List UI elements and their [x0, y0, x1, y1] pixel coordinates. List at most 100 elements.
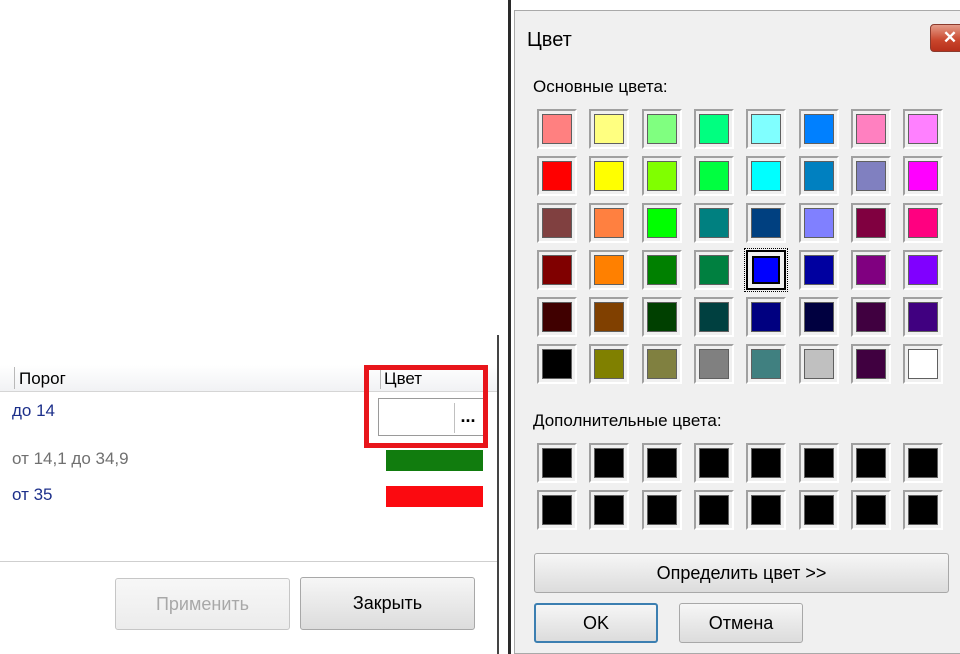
color-cell[interactable] — [746, 443, 787, 483]
color-cell[interactable] — [744, 248, 789, 292]
color-fill — [855, 208, 886, 238]
color-cell[interactable] — [798, 203, 839, 243]
color-cell[interactable] — [641, 203, 682, 243]
color-cell[interactable] — [798, 156, 839, 196]
color-cell[interactable] — [537, 156, 577, 196]
color-fill — [803, 208, 834, 238]
color-cell[interactable] — [746, 203, 787, 243]
color-cell[interactable] — [641, 490, 682, 530]
color-cell[interactable] — [850, 109, 891, 149]
color-cell[interactable] — [641, 344, 682, 384]
color-cell[interactable] — [693, 490, 734, 530]
color-cell[interactable] — [850, 203, 891, 243]
color-cell[interactable] — [798, 109, 839, 149]
color-cell[interactable] — [537, 344, 577, 384]
color-fill — [594, 495, 625, 525]
color-cell[interactable] — [589, 156, 630, 196]
color-fill — [594, 302, 625, 332]
color-cell[interactable] — [746, 156, 787, 196]
color-fill — [698, 161, 729, 191]
color-fill — [908, 448, 939, 478]
color-cell[interactable] — [641, 297, 682, 337]
header-separator — [14, 367, 15, 389]
color-fill — [542, 495, 572, 525]
color-cell[interactable] — [693, 156, 734, 196]
color-cell[interactable] — [641, 109, 682, 149]
color-fill — [855, 495, 886, 525]
color-cell[interactable] — [798, 250, 839, 290]
color-cell[interactable] — [746, 297, 787, 337]
color-cell[interactable] — [537, 490, 577, 530]
color-cell[interactable] — [903, 490, 944, 530]
threshold-row-label[interactable]: от 35 — [12, 485, 53, 505]
color-cell[interactable] — [537, 297, 577, 337]
color-cell[interactable] — [903, 297, 944, 337]
color-cell[interactable] — [798, 443, 839, 483]
color-cell[interactable] — [746, 109, 787, 149]
color-cell[interactable] — [537, 443, 577, 483]
color-cell[interactable] — [537, 250, 577, 290]
close-icon[interactable]: ✕ — [930, 24, 960, 52]
color-fill — [542, 208, 572, 238]
color-cell[interactable] — [693, 443, 734, 483]
divider — [0, 561, 498, 562]
color-cell[interactable] — [746, 490, 787, 530]
color-cell[interactable] — [798, 490, 839, 530]
color-cell[interactable] — [589, 203, 630, 243]
color-cell[interactable] — [589, 250, 630, 290]
color-cell[interactable] — [798, 344, 839, 384]
color-cell[interactable] — [537, 203, 577, 243]
ok-button[interactable]: OK — [534, 603, 658, 643]
column-header-threshold[interactable]: Порог — [19, 369, 66, 389]
color-cell[interactable] — [903, 109, 944, 149]
highlight-frame — [364, 365, 488, 448]
color-cell[interactable] — [641, 156, 682, 196]
color-cell[interactable] — [850, 156, 891, 196]
color-fill — [542, 114, 572, 144]
color-fill — [698, 495, 729, 525]
color-cell[interactable] — [641, 443, 682, 483]
basic-colors-label: Основные цвета: — [533, 77, 668, 96]
color-cell[interactable] — [850, 490, 891, 530]
color-cell[interactable] — [589, 344, 630, 384]
color-cell[interactable] — [693, 250, 734, 290]
threshold-row-label[interactable]: до 14 — [12, 401, 55, 421]
color-fill — [646, 161, 677, 191]
color-cell[interactable] — [589, 109, 630, 149]
color-cell[interactable] — [746, 344, 787, 384]
color-cell[interactable] — [850, 344, 891, 384]
cancel-button[interactable]: Отмена — [679, 603, 803, 643]
define-custom-color-button[interactable]: Определить цвет >> — [534, 553, 949, 593]
color-fill — [855, 349, 886, 379]
color-cell[interactable] — [693, 297, 734, 337]
color-cell[interactable] — [850, 297, 891, 337]
color-cell[interactable] — [798, 297, 839, 337]
color-cell[interactable] — [903, 250, 944, 290]
color-cell[interactable] — [589, 443, 630, 483]
color-fill — [698, 349, 729, 379]
color-fill — [908, 208, 939, 238]
color-cell[interactable] — [903, 156, 944, 196]
color-cell[interactable] — [641, 250, 682, 290]
color-fill — [908, 161, 939, 191]
color-cell[interactable] — [693, 203, 734, 243]
color-cell[interactable] — [537, 109, 577, 149]
color-cell[interactable] — [589, 490, 630, 530]
color-fill — [751, 114, 782, 144]
color-cell[interactable] — [903, 203, 944, 243]
color-cell[interactable] — [850, 443, 891, 483]
color-swatch-red[interactable] — [386, 486, 483, 507]
color-fill — [908, 302, 939, 332]
color-swatch-green[interactable] — [386, 450, 483, 471]
color-fill — [855, 302, 886, 332]
color-cell[interactable] — [903, 344, 944, 384]
color-cell[interactable] — [850, 250, 891, 290]
color-cell[interactable] — [693, 109, 734, 149]
color-fill — [751, 349, 782, 379]
close-button[interactable]: Закрыть — [300, 577, 475, 630]
threshold-row-label[interactable]: от 14,1 до 34,9 — [12, 449, 129, 469]
color-cell[interactable] — [903, 443, 944, 483]
color-cell[interactable] — [693, 344, 734, 384]
apply-button[interactable]: Применить — [115, 578, 290, 630]
color-cell[interactable] — [589, 297, 630, 337]
